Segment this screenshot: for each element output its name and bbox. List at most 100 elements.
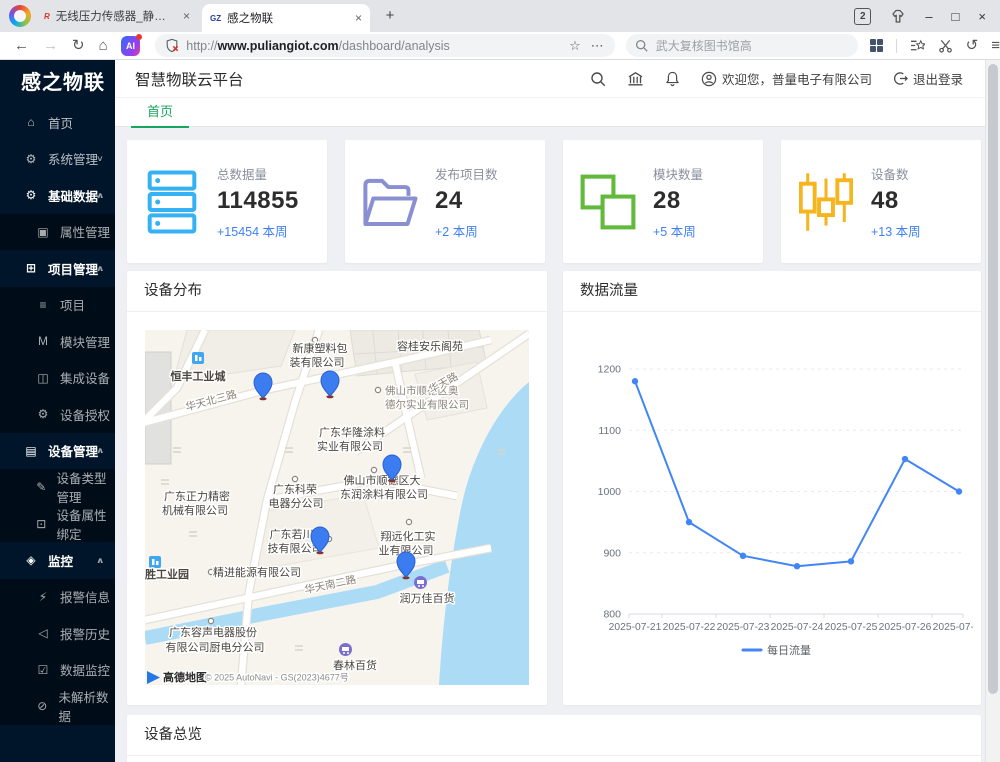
- more-actions-icon[interactable]: ⋯: [591, 38, 605, 54]
- sidebar-item-device-auth[interactable]: ⚙ 设备授权: [0, 396, 115, 433]
- chevron-up-icon: ∧: [96, 191, 104, 200]
- stat-card-device-count: 设备数 48 +13 本周: [781, 140, 981, 263]
- avatar-icon: [701, 71, 717, 87]
- header-search-icon[interactable]: [590, 71, 606, 87]
- sidebar-item-device-mgmt[interactable]: ▤设备管理∧: [0, 433, 115, 470]
- sidebar-item-project[interactable]: ≡项目: [0, 287, 115, 324]
- y-axis-label: 900: [603, 547, 621, 559]
- browser-navbar: ← → ↻ ⌂ AI http://www.puliangiot.com/das…: [0, 32, 1000, 60]
- bank-icon[interactable]: [627, 71, 644, 87]
- sidebar-item-home[interactable]: ⌂首页: [0, 104, 115, 141]
- lightning-icon: ⚡: [35, 590, 51, 604]
- sidebar-item-integrated-device[interactable]: ◫集成设备: [0, 360, 115, 397]
- menu-icon[interactable]: ≡: [991, 38, 1000, 53]
- sidebar-item-alarm-info[interactable]: ⚡报警信息: [0, 579, 115, 616]
- scrollbar-thumb[interactable]: [988, 64, 998, 694]
- sidebar-item-data-monitor[interactable]: ☑数据监控: [0, 652, 115, 689]
- search-input[interactable]: [654, 38, 838, 54]
- minimize-button[interactable]: –: [925, 10, 932, 23]
- sidebar-item-attribute-mgmt[interactable]: ▣属性管理: [0, 214, 115, 251]
- tab2-title: 感之物联: [227, 10, 349, 26]
- favorites-list-icon[interactable]: [910, 39, 925, 53]
- sidebar-item-monitor[interactable]: ◈监控∧: [0, 542, 115, 579]
- slash-circle-icon: ⊘: [35, 699, 49, 713]
- browser-search-box[interactable]: [626, 34, 858, 57]
- map-label: 容桂安乐阁苑: [397, 339, 463, 353]
- folder-icon: [345, 174, 435, 230]
- sidebar-label: 模块管理: [60, 332, 110, 351]
- device-map[interactable]: 新康塑料包 装有限公司 容桂安乐阁苑 恒丰工业城 广东华隆涂料 实业有限公司 广…: [145, 330, 529, 685]
- map-label: 德尔实业有限公司: [385, 398, 469, 411]
- tab-count-badge[interactable]: 2: [854, 8, 871, 25]
- data-point: [902, 456, 908, 462]
- map-label: 春林百货: [333, 658, 377, 672]
- logout-button[interactable]: 退出登录: [893, 69, 963, 88]
- y-axis-label: 1200: [598, 364, 622, 376]
- insecure-shield-icon[interactable]: [165, 38, 179, 53]
- chevron-up-icon: ∧: [96, 446, 104, 455]
- back-icon[interactable]: ←: [14, 38, 29, 53]
- data-point: [794, 563, 800, 569]
- tab-home[interactable]: 首页: [131, 98, 189, 128]
- browser-window: R 无线压力传感器_静力水准仪_ × GZ 感之物联 × + 2 – □ × ←…: [0, 0, 1000, 762]
- apps-grid-icon[interactable]: [870, 39, 883, 52]
- page-scrollbar[interactable]: [985, 60, 1000, 762]
- device-distribution-panel: 设备分布: [127, 271, 547, 705]
- grid-icon: ⊞: [23, 261, 39, 275]
- tab1-close-icon[interactable]: ×: [183, 9, 190, 23]
- bookmark-star-icon[interactable]: ☆: [569, 38, 581, 54]
- stat-delta: +5 本周: [653, 221, 703, 240]
- check-icon: ☑: [35, 663, 51, 677]
- page-tabstrip: 首页: [115, 97, 985, 127]
- browser-logo-icon[interactable]: [9, 5, 31, 27]
- main-content: 智慧物联云平台 欢迎您，普量电子有限公司: [115, 60, 985, 762]
- url-path: /dashboard/analysis: [339, 39, 450, 53]
- map-label: 装有限公司: [290, 355, 345, 369]
- stat-value: 24: [435, 187, 498, 215]
- map-label: 翔远化工实: [381, 529, 436, 543]
- sidebar-item-system-mgmt[interactable]: ⚙系统管理∨: [0, 141, 115, 178]
- reload-icon[interactable]: ↻: [72, 38, 85, 53]
- legend-label[interactable]: 每日流量: [767, 643, 811, 657]
- tab2-close-icon[interactable]: ×: [355, 11, 362, 25]
- sidebar-label: 设备授权: [60, 405, 110, 424]
- home-icon: ⌂: [23, 115, 39, 129]
- close-button[interactable]: ×: [978, 10, 986, 23]
- x-axis-label: 2025-07-22: [663, 622, 716, 633]
- x-axis-label: 2025-07-26: [879, 622, 932, 633]
- amap-logo-text: 高德地图: [163, 670, 207, 684]
- stat-label: 模块数量: [653, 164, 703, 183]
- panel-title-data-flow: 数据流量: [563, 271, 981, 312]
- data-point: [686, 519, 692, 525]
- stat-card-published-projects: 发布项目数 24 +2 本周: [345, 140, 545, 263]
- new-tab-button[interactable]: +: [380, 6, 400, 26]
- gear-icon: ⚙: [35, 407, 51, 421]
- undo-icon[interactable]: ↺: [966, 38, 979, 53]
- ai-assistant-icon[interactable]: AI: [121, 36, 141, 56]
- browser-tab-1[interactable]: R 无线压力传感器_静力水准仪_ ×: [36, 0, 198, 32]
- sidebar-item-unparsed-data[interactable]: ⊘未解析数据: [0, 688, 115, 725]
- browser-tab-2-active[interactable]: GZ 感之物联 ×: [202, 4, 370, 32]
- user-welcome[interactable]: 欢迎您，普量电子有限公司: [701, 69, 872, 88]
- bell-icon[interactable]: [665, 71, 680, 87]
- sidebar-item-device-type-mgmt[interactable]: ✎设备类型管理: [0, 469, 115, 506]
- flow-line-series: [635, 381, 959, 566]
- sidebar-item-device-attr-bind[interactable]: ⊡设备属性绑定: [0, 506, 115, 543]
- maximize-button[interactable]: □: [952, 10, 960, 23]
- sidebar-item-module-mgmt[interactable]: M模块管理: [0, 323, 115, 360]
- chevron-up-icon: ∧: [96, 264, 104, 273]
- forward-icon[interactable]: →: [43, 38, 58, 53]
- screenshot-scissors-icon[interactable]: [938, 39, 953, 53]
- data-point: [632, 378, 638, 384]
- url-text[interactable]: http://www.puliangiot.com/dashboard/anal…: [186, 39, 563, 53]
- sidebar-item-base-data[interactable]: ⚙基础数据∧: [0, 177, 115, 214]
- sidebar-item-alarm-history[interactable]: ◁报警历史: [0, 615, 115, 652]
- stat-value: 114855: [217, 187, 299, 215]
- square-icon: ▣: [35, 225, 51, 239]
- home-icon[interactable]: ⌂: [99, 38, 108, 53]
- x-axis-label: 2025-07-27: [933, 622, 973, 633]
- theme-shirt-icon[interactable]: [890, 9, 906, 24]
- address-bar[interactable]: http://www.puliangiot.com/dashboard/anal…: [155, 34, 615, 57]
- map-label: 精进能源有限公司: [213, 565, 301, 579]
- sidebar-item-project-mgmt[interactable]: ⊞项目管理∧: [0, 250, 115, 287]
